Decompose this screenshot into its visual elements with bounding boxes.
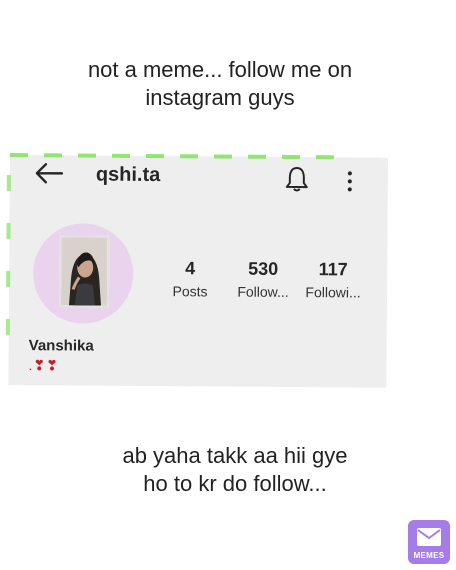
stat-posts[interactable]: 4 Posts: [167, 257, 213, 300]
stat-following[interactable]: 117 Followi...: [301, 258, 365, 301]
back-arrow-icon[interactable]: [34, 161, 64, 185]
instagram-profile-screenshot: qshi.ta 4 Posts 530 Follow... 117 Follow…: [5, 153, 388, 388]
following-label: Followi...: [305, 284, 361, 301]
profile-bio: .❣❣: [28, 357, 59, 374]
more-options-icon[interactable]: [346, 169, 354, 193]
posts-count: 4: [185, 258, 196, 279]
bell-icon[interactable]: [284, 165, 310, 193]
watermark-label: MEMES: [413, 551, 445, 560]
bottom-caption: ab yaha takk aa hii gye ho to kr do foll…: [122, 443, 348, 496]
profile-display-name: Vanshika: [28, 337, 94, 355]
top-caption: not a meme... follow me on instagram guy…: [87, 57, 353, 110]
envelope-icon: [417, 528, 441, 546]
posts-label: Posts: [172, 283, 208, 300]
followers-label: Follow...: [237, 283, 289, 300]
following-count: 117: [318, 259, 348, 280]
green-border-top: [9, 153, 351, 160]
stat-followers[interactable]: 530 Follow...: [231, 258, 295, 301]
avatar-photo: [58, 235, 110, 308]
memes-watermark: MEMES: [408, 520, 450, 564]
profile-username: qshi.ta: [95, 163, 161, 187]
green-border-left: [5, 174, 11, 356]
followers-count: 530: [248, 258, 279, 279]
avatar[interactable]: [32, 223, 134, 324]
